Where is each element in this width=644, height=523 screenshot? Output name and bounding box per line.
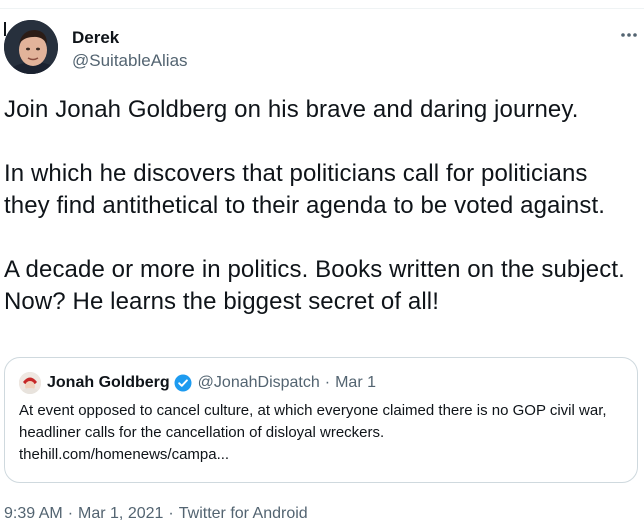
quoted-date: Mar 1: [335, 374, 376, 391]
meta-separator: ·: [67, 505, 74, 522]
more-horizontal-icon: [621, 33, 637, 37]
author-avatar[interactable]: [4, 20, 58, 74]
quoted-separator: ·: [324, 374, 331, 391]
author-avatar-image: [4, 20, 58, 74]
more-options-button[interactable]: [616, 24, 642, 46]
quoted-author-handle: @JonahDispatch: [197, 374, 320, 391]
quoted-author-name: Jonah Goldberg: [47, 374, 170, 391]
quoted-tweet-text: At event opposed to cancel culture, at w…: [19, 402, 607, 463]
quoted-author-avatar: [19, 372, 41, 394]
tweet-source[interactable]: Twitter for Android: [179, 505, 308, 523]
edge-marker: [4, 22, 6, 36]
author-handle[interactable]: @SuitableAlias: [72, 50, 188, 72]
tweet-text: Join Jonah Goldberg on his brave and dar…: [4, 96, 625, 315]
verified-badge-icon: [174, 374, 192, 392]
top-divider: [0, 8, 644, 9]
tweet-time[interactable]: 9:39 AM: [4, 505, 63, 523]
quoted-author-avatar-image: [19, 372, 41, 394]
author-block: Derek @SuitableAlias: [72, 27, 188, 72]
tweet-date[interactable]: Mar 1, 2021: [78, 505, 163, 523]
quoted-tweet[interactable]: Jonah Goldberg @JonahDispatch · Mar 1 At…: [4, 357, 638, 483]
author-name[interactable]: Derek: [72, 27, 188, 49]
meta-separator-2: ·: [168, 505, 174, 522]
quoted-tweet-header: Jonah Goldberg @JonahDispatch · Mar 1: [19, 372, 376, 394]
tweet-metadata: 9:39 AM · Mar 1, 2021 · Twitter for Android: [4, 505, 308, 523]
